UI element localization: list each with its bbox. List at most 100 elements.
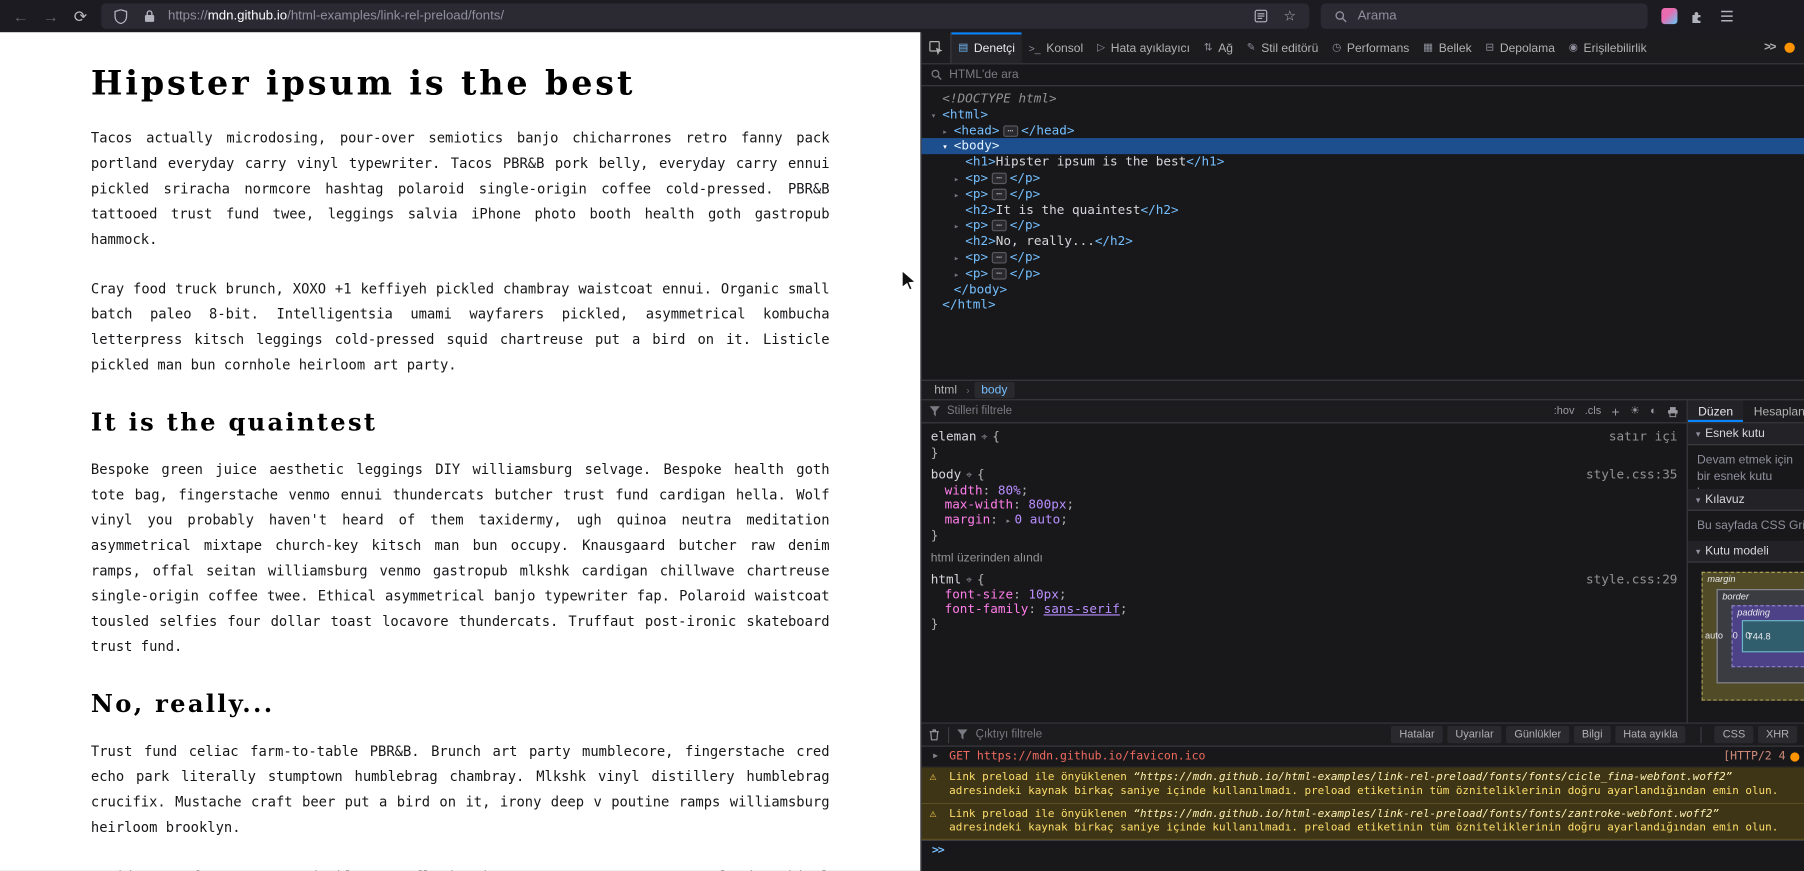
markup-node[interactable]: </html>: [922, 297, 1804, 313]
forward-button[interactable]: →: [37, 3, 65, 28]
rule-selector[interactable]: body: [931, 467, 961, 482]
tab-memory[interactable]: ▦ Bellek: [1416, 32, 1478, 63]
markup-node[interactable]: <h1>Hipster ipsum is the best</h1>: [922, 154, 1804, 170]
extensions-puzzle-icon[interactable]: [1687, 6, 1708, 27]
expand-arrow-icon[interactable]: ▸: [954, 219, 966, 235]
rule-source-link[interactable]: style.css:35: [1586, 468, 1677, 482]
url-bar[interactable]: https://mdn.github.io/html-examples/link…: [101, 3, 1310, 29]
markup-node[interactable]: ▾ <body>: [921, 138, 1804, 156]
tab-debugger[interactable]: ▷ Hata ayıklayıcı: [1090, 32, 1197, 63]
box-model-padding[interactable]: padding 744.8: [1731, 605, 1804, 668]
expand-arrow-icon[interactable]: ▸: [942, 124, 954, 140]
markup-node[interactable]: </body>: [922, 281, 1804, 297]
markup-node[interactable]: ▸ <p> ⋯ </p>: [922, 250, 1804, 266]
bookmark-star-icon[interactable]: ☆: [1279, 6, 1300, 27]
console-input-row[interactable]: >>: [921, 840, 1804, 861]
tab-accessibility[interactable]: ◉ Erişilebilirlik: [1562, 32, 1654, 63]
markup-node[interactable]: ▸ <head> ⋯ </head>: [922, 123, 1804, 139]
console-filter-button[interactable]: Bilgi: [1573, 725, 1611, 744]
console-filter-button[interactable]: CSS: [1714, 725, 1754, 744]
css-declaration[interactable]: margin: ▸ 0 auto;: [931, 512, 1687, 529]
margin-left-value[interactable]: auto: [1705, 631, 1723, 641]
collapsed-ellipsis-icon[interactable]: ⋯: [991, 188, 1007, 200]
tab-inspector[interactable]: ▤ Denetçi: [951, 32, 1022, 64]
expand-arrow-icon[interactable]: ▸: [954, 267, 966, 283]
tab-storage[interactable]: ⊟ Depolama: [1479, 32, 1562, 63]
collapsed-ellipsis-icon[interactable]: ⋯: [1002, 124, 1018, 137]
more-tabs-button[interactable]: >>: [1757, 41, 1782, 54]
collapsed-ellipsis-icon[interactable]: ⋯: [991, 220, 1007, 232]
box-model-content[interactable]: 744.8: [1741, 620, 1804, 653]
tab-style-editor[interactable]: ✎ Stil editörü: [1240, 32, 1325, 63]
selector-highlighter-icon[interactable]: ⌖: [981, 431, 987, 444]
console-filter-button[interactable]: Hatalar: [1391, 725, 1443, 744]
css-declaration[interactable]: font-family: sans-serif;: [931, 602, 1687, 617]
pick-element-button[interactable]: [922, 32, 952, 64]
flexbox-section-header[interactable]: ▾ Esnek kutu: [1687, 423, 1804, 446]
markup-node[interactable]: <h2>It is the quaintest</h2>: [922, 202, 1804, 218]
markup-node[interactable]: ▸ <p> ⋯ </p>: [922, 218, 1804, 234]
css-declaration[interactable]: width: 80%;: [931, 483, 1687, 498]
collapsed-ellipsis-icon[interactable]: ⋯: [991, 267, 1007, 280]
expand-computed-icon[interactable]: ▸: [1006, 515, 1012, 525]
add-rule-button[interactable]: +: [1612, 403, 1620, 419]
app-menu-icon[interactable]: [1717, 6, 1738, 27]
expand-arrow-icon[interactable]: ▸: [954, 187, 966, 203]
console-filter-button[interactable]: Günlükler: [1506, 725, 1570, 744]
breadcrumb-item[interactable]: html: [930, 383, 962, 397]
markup-node[interactable]: <h2>No, really...</h2>: [922, 234, 1804, 250]
extension-icon[interactable]: [1661, 8, 1678, 25]
padding-left-value[interactable]: 0: [1745, 631, 1750, 641]
expand-arrow-icon[interactable]: ▸: [954, 171, 966, 187]
border-left-value[interactable]: 0: [1733, 631, 1738, 641]
console-warning-message[interactable]: ⚠ Link preload ile önyüklenen “https://md…: [921, 767, 1804, 804]
markup-node[interactable]: ▸ <p> ⋯ </p>: [922, 186, 1804, 202]
console-filter-button[interactable]: XHR: [1757, 725, 1798, 744]
grid-section-header[interactable]: ▾ Kılavuz: [1687, 488, 1804, 511]
reload-button[interactable]: ⟳: [67, 3, 95, 28]
console-filter-button[interactable]: Hata ayıkla: [1615, 725, 1686, 744]
expand-arrow-icon[interactable]: ▸: [954, 251, 966, 267]
tab-console[interactable]: >_ Konsol: [1022, 32, 1090, 63]
css-declaration[interactable]: font-size: 10px;: [931, 587, 1687, 602]
collapsed-ellipsis-icon[interactable]: ⋯: [991, 251, 1007, 264]
expand-arrow-icon[interactable]: ▾: [942, 140, 954, 156]
markup-node[interactable]: ▸ <p> ⋯ </p>: [922, 265, 1804, 281]
rule-selector[interactable]: eleman: [931, 429, 977, 444]
dark-scheme-sim-icon[interactable]: ◐: [1650, 405, 1657, 418]
console-filter-button[interactable]: Uyarılar: [1447, 725, 1502, 744]
markup-node[interactable]: ▾ <html>: [922, 107, 1804, 123]
tab-network[interactable]: ⇅ Ağ: [1197, 32, 1240, 63]
rule-source-link[interactable]: style.css:29: [1586, 572, 1677, 587]
rule-source-link[interactable]: satır içi: [1609, 430, 1678, 444]
rules-filter-placeholder[interactable]: Stilleri filtrele: [947, 405, 1012, 418]
notification-badge[interactable]: [1784, 42, 1795, 53]
box-model-border[interactable]: border padding 744.8: [1716, 589, 1804, 684]
print-sim-icon[interactable]: [1667, 406, 1679, 418]
reader-mode-icon[interactable]: [1251, 6, 1272, 27]
console-filter-placeholder[interactable]: Çıktıyı filtrele: [976, 728, 1042, 741]
class-toggle-button[interactable]: .cls: [1585, 405, 1601, 418]
collapsed-ellipsis-icon[interactable]: ⋯: [991, 172, 1007, 185]
breadcrumb-item[interactable]: body: [974, 381, 1015, 399]
markup-search-row[interactable]: HTML'de ara: [921, 64, 1804, 87]
selector-highlighter-icon[interactable]: ⌖: [966, 470, 972, 483]
search-bar[interactable]: Arama: [1320, 3, 1648, 29]
expand-arrow-icon[interactable]: ▾: [931, 108, 943, 124]
markup-node[interactable]: <!DOCTYPE html>: [922, 91, 1804, 107]
boxmodel-section-header[interactable]: ▾ Kutu modeli: [1687, 540, 1804, 563]
console-network-message[interactable]: ▶ GET https://mdn.github.io/favicon.ico [H…: [921, 747, 1804, 768]
back-button[interactable]: ←: [7, 3, 35, 28]
disclosure-icon[interactable]: ▶: [933, 751, 938, 760]
lock-icon[interactable]: [139, 6, 160, 27]
pseudo-class-button[interactable]: :hov: [1554, 405, 1575, 418]
selector-highlighter-icon[interactable]: ⌖: [966, 574, 972, 587]
rule-selector[interactable]: html: [931, 572, 961, 587]
clear-console-button[interactable]: [928, 728, 940, 741]
markup-node[interactable]: ▸ <p> ⋯ </p>: [922, 170, 1804, 186]
sidebar-tab-hesaplanmış[interactable]: Hesaplanmış: [1743, 400, 1804, 422]
tracking-protection-shield-icon[interactable]: [110, 6, 131, 27]
sidebar-tab-düzen[interactable]: Düzen: [1687, 400, 1744, 423]
light-scheme-sim-icon[interactable]: ☀: [1630, 405, 1640, 418]
tab-performance[interactable]: ◷ Performans: [1325, 32, 1416, 63]
